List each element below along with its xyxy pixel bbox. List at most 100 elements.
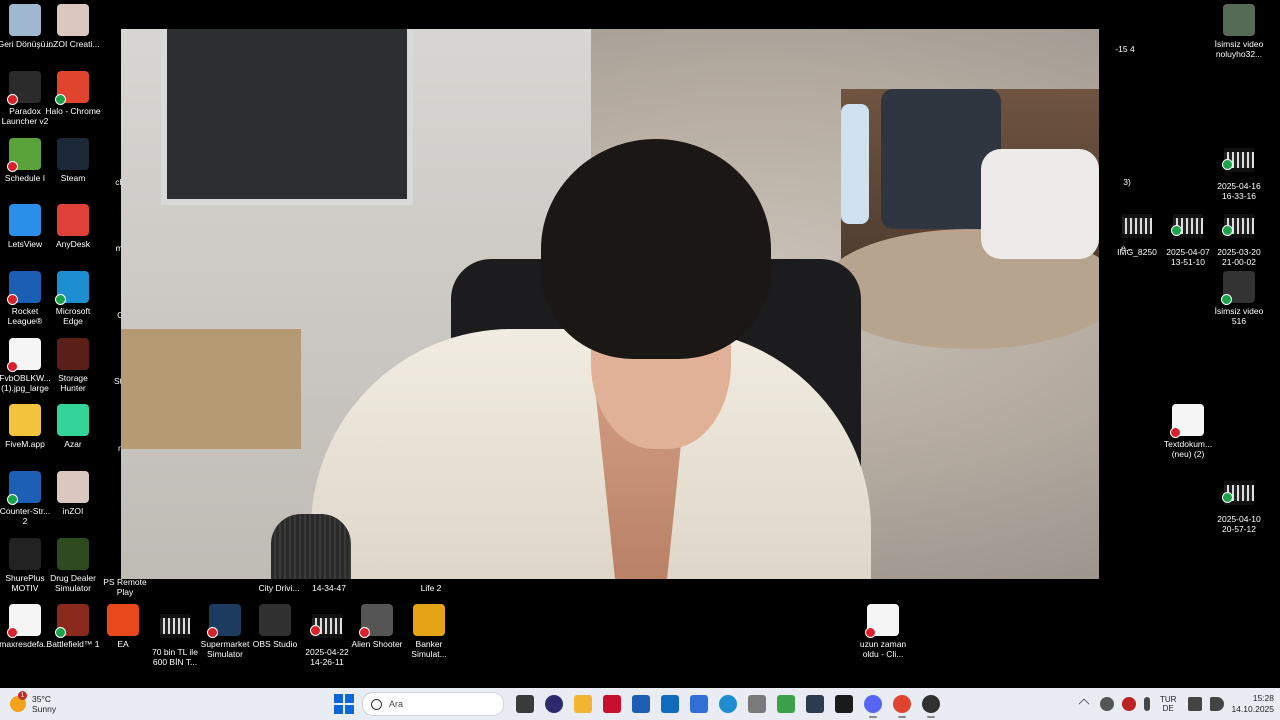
- game-app-icon[interactable]: [805, 695, 824, 713]
- desktop-icon-label: 2025-04-07 13-51-10: [1166, 247, 1210, 267]
- recycle-bin-icon: [9, 4, 41, 36]
- chevron-up-icon[interactable]: [1078, 698, 1090, 710]
- ea-icon: [107, 604, 139, 636]
- sync-icon[interactable]: [1100, 697, 1114, 711]
- start-button[interactable]: [334, 694, 354, 714]
- desktop-icon[interactable]: Supermarket Simulator: [197, 604, 253, 659]
- background-monitor: [161, 29, 413, 205]
- desktop-icon-label: uzun zaman oldu - Cli...: [859, 639, 907, 659]
- partial-icon-label: 3): [1123, 177, 1131, 187]
- desktop-icon[interactable]: Halo - Chrome: [45, 71, 101, 116]
- desktop-icon[interactable]: Steam: [45, 138, 101, 183]
- desktop-icon[interactable]: Azar: [45, 404, 101, 449]
- language-top: TUR: [1160, 695, 1177, 704]
- shield-vpn-icon[interactable]: [776, 695, 795, 713]
- language-bottom: DE: [1162, 704, 1174, 713]
- network-icon[interactable]: [1188, 697, 1203, 711]
- desktop-icon[interactable]: 70 bin TL ile 600 BİN T...: [147, 604, 203, 667]
- edge-icon: [55, 271, 89, 305]
- desktop-icon[interactable]: İsimsiz video noluyho32...: [1211, 4, 1267, 59]
- desktop-icon[interactable]: Textdokum... (neu) (2): [1160, 404, 1216, 459]
- vpn-tray-icon[interactable]: [1122, 697, 1136, 711]
- search-icon: [371, 698, 382, 710]
- desktop-icon[interactable]: OBS Studio: [247, 604, 303, 649]
- sync-error-icon: [359, 627, 370, 638]
- desktop-icon[interactable]: Drug Dealer Simulator: [45, 538, 101, 593]
- desktop-icon[interactable]: 2025-03-20 21-00-02: [1211, 204, 1267, 267]
- task-view-icon[interactable]: [515, 695, 534, 713]
- desktop-icon-label: Supermarket Simulator: [200, 639, 250, 659]
- store-icon[interactable]: [689, 695, 708, 713]
- desktop-icon[interactable]: inZOI: [45, 471, 101, 516]
- schedule-icon: [7, 138, 41, 172]
- news24-icon[interactable]: [544, 695, 563, 713]
- banker-icon: [413, 604, 445, 636]
- desktop-icon[interactable]: AnyDesk: [45, 204, 101, 249]
- partial-icon-label: -15 4: [1115, 44, 1135, 54]
- video-player-window[interactable]: [121, 29, 1099, 579]
- desktop-icon-label: Banker Simulat...: [411, 639, 447, 659]
- iv-app-icon[interactable]: [834, 695, 853, 713]
- desktop-icon[interactable]: Banker Simulat...: [401, 604, 457, 659]
- video-file-icon: [1171, 214, 1203, 238]
- system-tray: TUR DE: [1072, 692, 1228, 716]
- video-thumb-icon: [1221, 271, 1255, 305]
- weather-widget[interactable]: 1 35°C Sunny: [10, 691, 56, 716]
- inzoi-icon: [57, 4, 89, 36]
- taskbar-search[interactable]: Ara: [362, 692, 504, 716]
- desktop-icon[interactable]: inZOI Creati...: [45, 4, 101, 49]
- desktop-icon[interactable]: İsimsiz video 516: [1211, 271, 1267, 326]
- video-file-icon: [1222, 148, 1254, 172]
- video-file-icon: [1222, 481, 1254, 505]
- desktop-icon[interactable]: Alien Shooter: [349, 604, 405, 649]
- desktop-icon-label: Steam: [60, 173, 86, 183]
- file-explorer-icon[interactable]: [573, 695, 592, 713]
- desktop-icon-label: 2025-03-20 21-00-02: [1217, 247, 1261, 267]
- desktop-icon[interactable]: EA: [95, 604, 151, 649]
- folder-icon: [9, 404, 41, 436]
- video-file-icon: [310, 614, 342, 638]
- partial-icon-label: Life 2: [420, 583, 442, 593]
- desktop-icon[interactable]: 2025-04-22 14-26-11: [299, 604, 355, 667]
- video-file-icon: [160, 614, 190, 638]
- partial-icon-label: PS Remote Play: [103, 577, 147, 597]
- sync-error-icon: [7, 627, 18, 638]
- rocket-league-icon: [7, 271, 41, 305]
- edge-taskbar-icon[interactable]: [718, 695, 737, 713]
- obs-taskbar-icon[interactable]: [921, 695, 940, 718]
- background-table: [121, 329, 301, 449]
- language-indicator[interactable]: TUR DE: [1160, 695, 1176, 713]
- outlook-icon[interactable]: [660, 695, 679, 713]
- steam-icon: [57, 138, 89, 170]
- desktop-icon-label: Azar: [64, 439, 82, 449]
- clock[interactable]: 15:28 14.10.2025: [1222, 693, 1274, 715]
- desktop-icon[interactable]: Microsoft Edge: [45, 271, 101, 326]
- drug-dealer-icon: [57, 538, 89, 570]
- desktop-icon[interactable]: Battlefield™ 1: [45, 604, 101, 649]
- alien-shooter-icon: [359, 604, 393, 638]
- desktop-icon-label: AnyDesk: [55, 239, 90, 249]
- weather-temp: 35°C: [32, 694, 51, 704]
- counter-strike-icon: [7, 471, 41, 505]
- sync-error-icon: [1170, 427, 1181, 438]
- desktop-icon[interactable]: 2025-04-16 16-33-16: [1211, 138, 1267, 201]
- sync-ok-icon: [55, 294, 66, 305]
- desktop-icon[interactable]: Storage Hunter: [45, 338, 101, 393]
- desktop-icon[interactable]: 2025-04-07 13-51-10: [1160, 204, 1216, 267]
- discord-icon[interactable]: [863, 695, 882, 718]
- background-bottle: [841, 104, 869, 224]
- inzoi-game-icon: [57, 471, 89, 503]
- microphone-icon[interactable]: [1144, 697, 1150, 711]
- desktop-icon[interactable]: uzun zaman oldu - Cli...: [855, 604, 911, 659]
- mcafee-icon[interactable]: [602, 695, 621, 713]
- photos-icon[interactable]: [747, 695, 766, 713]
- desktop-icon-label: 2025-04-22 14-26-11: [305, 647, 349, 667]
- sync-error-icon: [310, 625, 321, 636]
- desktop-icon-label: Battlefield™ 1: [46, 639, 100, 649]
- desktop-icon[interactable]: 2025-04-10 20-57-12: [1211, 471, 1267, 534]
- letsview-icon: [9, 204, 41, 236]
- sync-error-icon: [7, 161, 18, 172]
- sync-ok-icon: [7, 494, 18, 505]
- pen-app-icon[interactable]: [631, 695, 650, 713]
- chrome-taskbar-icon[interactable]: [892, 695, 911, 718]
